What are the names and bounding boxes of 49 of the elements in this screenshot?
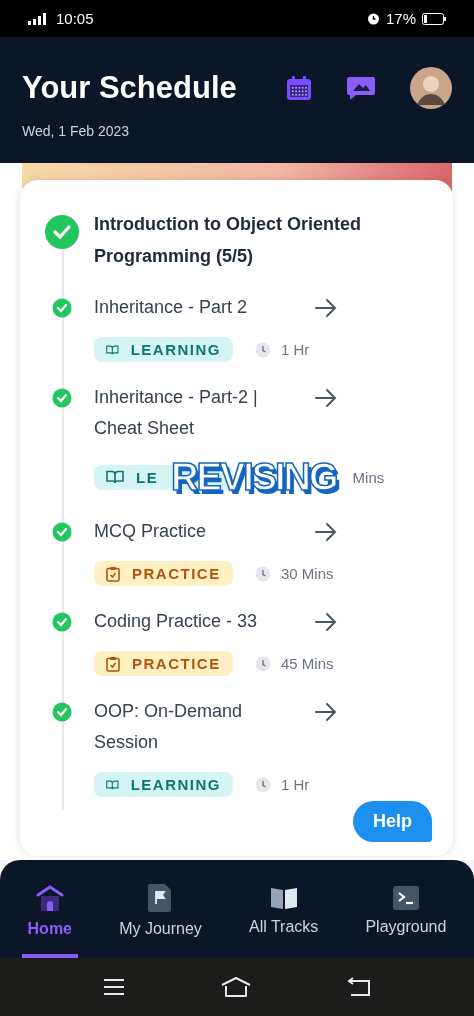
clock-icon [255,655,271,672]
back-icon[interactable] [347,977,371,997]
nav-tab[interactable]: My Journey [113,860,208,958]
terminal-icon [392,886,419,910]
alarm-icon [366,12,380,25]
lesson-title[interactable]: Inheritance - Part-2 | Cheat Sheet [94,382,314,444]
nav-tab[interactable]: All Tracks [242,860,325,958]
duration: 45 Mins [281,655,334,672]
calendar-icon[interactable] [286,75,312,101]
clock-time: 10:05 [56,10,94,27]
flag-document-icon [148,884,173,912]
lesson-title[interactable]: Coding Practice - 33 [94,606,314,637]
battery-icon [422,12,446,25]
lesson-title[interactable]: OOP: On-Demand Session [94,696,314,758]
arrow-right-icon[interactable] [314,612,338,632]
clock-icon [255,341,271,358]
picture-message-icon[interactable] [346,75,376,101]
arrow-right-icon[interactable] [314,298,338,318]
open-book-icon [269,886,298,910]
book-icon [106,777,119,792]
arrow-right-icon[interactable] [314,388,338,408]
home-icon [34,884,65,912]
battery-percent: 17% [385,10,416,27]
clipboard-check-icon [106,565,120,582]
menu-icon[interactable] [103,978,125,996]
category-label: LEARNING [130,341,221,358]
duration: Mins [352,468,385,486]
page-title: Your Schedule [22,70,238,106]
clock-icon [255,565,271,582]
schedule-date: Wed, 1 Feb 2023 [22,123,131,139]
nav-tab[interactable]: Playground [359,860,453,958]
lesson-title[interactable]: MCQ Practice [94,516,314,547]
book-icon [106,342,119,357]
book-icon [106,470,124,484]
category-label: PRACTICE [132,655,221,672]
arrow-right-icon[interactable] [314,702,338,722]
category-label: LE [136,468,159,486]
module-title: Introduction to Object Oriented Programming (5/5) [94,213,362,268]
home-icon[interactable] [220,976,252,998]
clipboard-check-icon [106,655,120,672]
duration: 1 Hr [281,341,310,358]
category-label: PRACTICE [132,565,221,582]
avatar[interactable] [410,67,452,109]
duration: 1 Hr [281,776,310,793]
category-label: LEARNING [130,776,221,793]
lesson-title[interactable]: Inheritance - Part 2 [94,292,314,323]
clock-icon [255,776,271,793]
duration: 30 Mins [281,565,334,582]
arrow-right-icon[interactable] [314,522,338,542]
